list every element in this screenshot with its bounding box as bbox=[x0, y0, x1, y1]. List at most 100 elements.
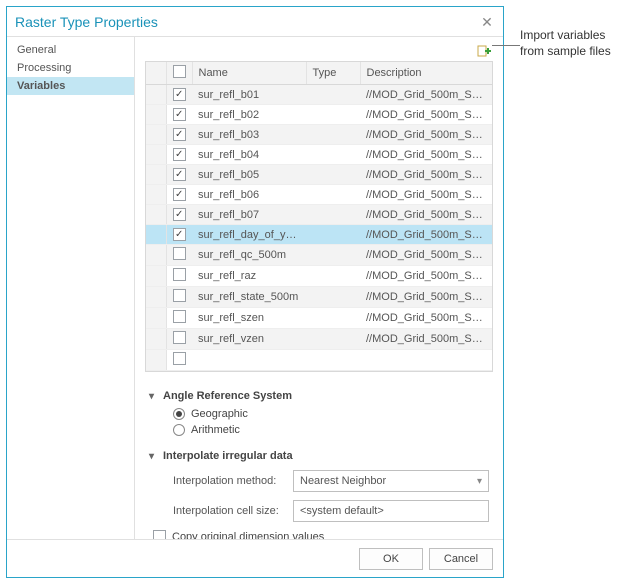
row-type[interactable] bbox=[306, 350, 360, 371]
row-name[interactable]: sur_refl_day_of_year bbox=[192, 225, 306, 245]
table-row[interactable]: sur_refl_qc_500m //MOD_Grid_500m_Surface_… bbox=[146, 245, 492, 266]
row-handle[interactable] bbox=[146, 165, 166, 185]
row-checkbox[interactable] bbox=[173, 289, 186, 302]
row-name[interactable]: sur_refl_b05 bbox=[192, 165, 306, 185]
row-checkbox[interactable] bbox=[173, 128, 186, 141]
row-desc[interactable]: //MOD_Grid_500m_Surface_Ref... bbox=[360, 145, 492, 165]
row-type[interactable] bbox=[306, 145, 360, 165]
row-name[interactable]: sur_refl_vzen bbox=[192, 329, 306, 350]
table-row[interactable]: sur_refl_b05 //MOD_Grid_500m_Surface_Ref.… bbox=[146, 165, 492, 185]
row-checkbox[interactable] bbox=[173, 168, 186, 181]
row-type[interactable] bbox=[306, 105, 360, 125]
table-row[interactable]: sur_refl_b07//MOD_Grid_500m_Surface_Ref.… bbox=[146, 205, 492, 225]
row-handle[interactable] bbox=[146, 266, 166, 287]
row-handle[interactable] bbox=[146, 105, 166, 125]
row-name[interactable]: sur_refl_b04 bbox=[192, 145, 306, 165]
row-name[interactable]: sur_refl_szen bbox=[192, 308, 306, 329]
row-name[interactable]: sur_refl_state_500m bbox=[192, 287, 306, 308]
row-handle[interactable] bbox=[146, 225, 166, 245]
row-type[interactable] bbox=[306, 225, 360, 245]
table-row[interactable]: sur_refl_b01 //MOD_Grid_500m_Surface_Ref.… bbox=[146, 85, 492, 105]
row-name[interactable]: sur_refl_b06 bbox=[192, 185, 306, 205]
radio-icon[interactable] bbox=[173, 408, 185, 420]
interpolation-cell-size-input[interactable] bbox=[293, 500, 489, 522]
row-handle[interactable] bbox=[146, 205, 166, 225]
row-type[interactable] bbox=[306, 85, 360, 105]
row-name[interactable]: sur_refl_b01 bbox=[192, 85, 306, 105]
row-type[interactable] bbox=[306, 205, 360, 225]
row-handle[interactable] bbox=[146, 125, 166, 145]
row-handle[interactable] bbox=[146, 185, 166, 205]
row-name[interactable] bbox=[192, 350, 306, 371]
row-checkbox[interactable] bbox=[173, 208, 186, 221]
row-checkbox[interactable] bbox=[173, 352, 186, 365]
ok-button[interactable]: OK bbox=[359, 548, 423, 570]
copy-original-dimension-row[interactable]: Copy original dimension values bbox=[153, 530, 489, 539]
close-icon[interactable]: ✕ bbox=[477, 12, 497, 32]
row-checkbox[interactable] bbox=[173, 310, 186, 323]
row-desc[interactable]: //MOD_Grid_500m_Surface_Ref... bbox=[360, 185, 492, 205]
table-row[interactable]: sur_refl_b04 //MOD_Grid_500m_Surface_Ref.… bbox=[146, 145, 492, 165]
row-type[interactable] bbox=[306, 329, 360, 350]
angle-option-geographic[interactable]: Geographic bbox=[173, 408, 489, 420]
angle-option-arithmetic[interactable]: Arithmetic bbox=[173, 424, 489, 436]
table-row[interactable]: sur_refl_vzen//MOD_Grid_500m_Surface_Ref… bbox=[146, 329, 492, 350]
row-desc[interactable]: //MOD_Grid_500m_Surface_Ref... bbox=[360, 125, 492, 145]
interpolate-section-header[interactable]: ▾ Interpolate irregular data bbox=[149, 450, 489, 462]
row-type[interactable] bbox=[306, 308, 360, 329]
table-row[interactable]: sur_refl_szen //MOD_Grid_500m_Surface_Ref… bbox=[146, 308, 492, 329]
row-type[interactable] bbox=[306, 165, 360, 185]
select-all-checkbox[interactable] bbox=[173, 65, 186, 78]
col-header-desc[interactable]: Description bbox=[360, 62, 492, 85]
row-desc[interactable]: //MOD_Grid_500m_Surface_Ref... bbox=[360, 85, 492, 105]
row-desc[interactable] bbox=[360, 350, 492, 371]
row-type[interactable] bbox=[306, 245, 360, 266]
row-desc[interactable]: //MOD_Grid_500m_Surface_Ref... bbox=[360, 225, 492, 245]
row-checkbox[interactable] bbox=[173, 268, 186, 281]
row-handle[interactable] bbox=[146, 287, 166, 308]
table-row[interactable]: sur_refl_b06 //MOD_Grid_500m_Surface_Ref.… bbox=[146, 185, 492, 205]
row-checkbox[interactable] bbox=[173, 247, 186, 260]
row-checkbox[interactable] bbox=[173, 108, 186, 121]
row-name[interactable]: sur_refl_b02 bbox=[192, 105, 306, 125]
col-header-handle[interactable] bbox=[146, 62, 166, 85]
row-handle[interactable] bbox=[146, 245, 166, 266]
row-name[interactable]: sur_refl_raz bbox=[192, 266, 306, 287]
row-type[interactable] bbox=[306, 125, 360, 145]
row-checkbox[interactable] bbox=[173, 331, 186, 344]
row-desc[interactable]: //MOD_Grid_500m_Surface_Ref... bbox=[360, 105, 492, 125]
row-type[interactable] bbox=[306, 287, 360, 308]
row-desc[interactable]: //MOD_Grid_500m_Surface_Ref... bbox=[360, 308, 492, 329]
row-desc[interactable]: //MOD_Grid_500m_Surface_Ref... bbox=[360, 245, 492, 266]
row-handle[interactable] bbox=[146, 350, 166, 371]
table-row[interactable] bbox=[146, 350, 492, 371]
row-desc[interactable]: //MOD_Grid_500m_Surface_Ref... bbox=[360, 165, 492, 185]
row-handle[interactable] bbox=[146, 145, 166, 165]
row-name[interactable]: sur_refl_qc_500m bbox=[192, 245, 306, 266]
interpolation-method-dropdown[interactable]: Nearest Neighbor ▾ bbox=[293, 470, 489, 492]
col-header-type[interactable]: Type bbox=[306, 62, 360, 85]
sidebar-item-general[interactable]: General bbox=[7, 41, 134, 59]
col-header-check[interactable] bbox=[166, 62, 192, 85]
table-row[interactable]: sur_refl_b03 //MOD_Grid_500m_Surface_Ref.… bbox=[146, 125, 492, 145]
table-row[interactable]: sur_refl_day_of_year //MOD_Grid_500m_Surf… bbox=[146, 225, 492, 245]
table-row[interactable]: sur_refl_raz //MOD_Grid_500m_Surface_Ref.… bbox=[146, 266, 492, 287]
row-handle[interactable] bbox=[146, 308, 166, 329]
col-header-name[interactable]: Name bbox=[192, 62, 306, 85]
table-row[interactable]: sur_refl_b02 //MOD_Grid_500m_Surface_Ref.… bbox=[146, 105, 492, 125]
sidebar-item-processing[interactable]: Processing bbox=[7, 59, 134, 77]
row-name[interactable]: sur_refl_b03 bbox=[192, 125, 306, 145]
angle-reference-section-header[interactable]: ▾ Angle Reference System bbox=[149, 390, 489, 402]
radio-icon[interactable] bbox=[173, 424, 185, 436]
row-desc[interactable]: //MOD_Grid_500m_Surface_Ref... bbox=[360, 287, 492, 308]
row-checkbox[interactable] bbox=[173, 88, 186, 101]
row-name[interactable]: sur_refl_b07 bbox=[192, 205, 306, 225]
table-row[interactable]: sur_refl_state_500m //MOD_Grid_500m_Surfa… bbox=[146, 287, 492, 308]
row-handle[interactable] bbox=[146, 329, 166, 350]
copy-original-dimension-checkbox[interactable] bbox=[153, 530, 166, 539]
row-type[interactable] bbox=[306, 266, 360, 287]
row-checkbox[interactable] bbox=[173, 228, 186, 241]
row-type[interactable] bbox=[306, 185, 360, 205]
row-checkbox[interactable] bbox=[173, 188, 186, 201]
row-desc[interactable]: //MOD_Grid_500m_Surface_Ref... bbox=[360, 266, 492, 287]
